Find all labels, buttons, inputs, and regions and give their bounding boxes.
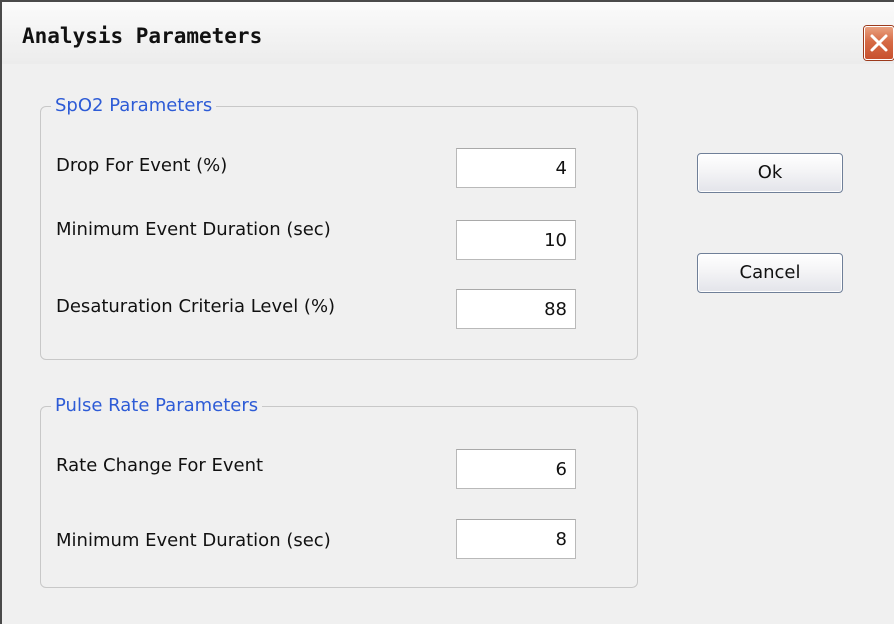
analysis-parameters-dialog: Analysis Parameters SpO2 Parameters Drop…	[0, 0, 894, 624]
spo2-group-title: SpO2 Parameters	[51, 95, 217, 117]
close-button[interactable]	[864, 26, 894, 60]
pulse-group-title: Pulse Rate Parameters	[51, 395, 263, 417]
window-title: Analysis Parameters	[22, 24, 263, 48]
spo2-min-event-duration-input[interactable]	[456, 220, 576, 260]
drop-for-event-input[interactable]	[456, 148, 576, 188]
dialog-client-area: SpO2 Parameters Drop For Event (%) Minim…	[2, 64, 894, 624]
ok-button[interactable]: Ok	[697, 153, 843, 193]
rate-change-for-event-label: Rate Change For Event	[56, 455, 264, 476]
cancel-button[interactable]: Cancel	[697, 253, 843, 293]
spo2-min-event-duration-label: Minimum Event Duration (sec)	[56, 219, 331, 240]
pulse-min-event-duration-label: Minimum Event Duration (sec)	[56, 530, 331, 551]
title-bar[interactable]: Analysis Parameters	[2, 2, 894, 65]
pulse-rate-parameters-group: Pulse Rate Parameters	[40, 395, 638, 588]
rate-change-for-event-input[interactable]	[456, 449, 576, 489]
pulse-min-event-duration-input[interactable]	[456, 519, 576, 559]
close-icon	[870, 34, 888, 52]
desaturation-criteria-level-label: Desaturation Criteria Level (%)	[56, 296, 336, 317]
desaturation-criteria-level-input[interactable]	[456, 289, 576, 329]
drop-for-event-label: Drop For Event (%)	[56, 155, 228, 176]
